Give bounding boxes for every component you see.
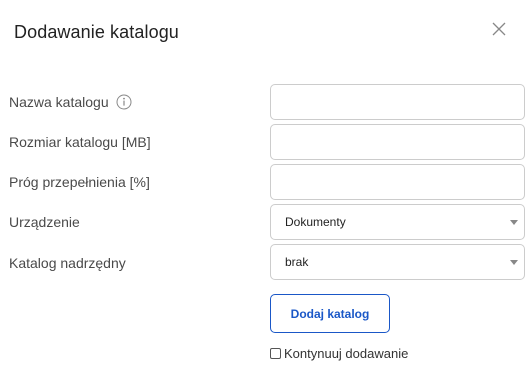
add-directory-button[interactable]: Dodaj katalog bbox=[270, 294, 390, 333]
name-label-row: Nazwa katalogu bbox=[9, 94, 132, 110]
parent-select[interactable]: brak bbox=[270, 244, 525, 280]
dialog-title: Dodawanie katalogu bbox=[14, 22, 179, 42]
continue-adding-label: Kontynuuj dodawanie bbox=[284, 346, 409, 361]
chevron-down-icon bbox=[510, 220, 518, 225]
continue-adding-row[interactable]: Kontynuuj dodawanie bbox=[270, 346, 408, 361]
device-select-value: Dokumenty bbox=[285, 215, 346, 229]
parent-label: Katalog nadrzędny bbox=[9, 255, 126, 271]
threshold-label: Próg przepełnienia [%] bbox=[9, 174, 150, 190]
close-button[interactable] bbox=[492, 22, 510, 40]
size-input[interactable] bbox=[270, 124, 525, 160]
add-directory-dialog: Dodawanie katalogu Nazwa katalogu Rozmia… bbox=[0, 0, 532, 375]
threshold-input[interactable] bbox=[270, 164, 525, 200]
close-icon bbox=[492, 22, 506, 36]
device-label: Urządzenie bbox=[9, 214, 80, 230]
name-input[interactable] bbox=[270, 84, 525, 120]
device-select[interactable]: Dokumenty bbox=[270, 204, 525, 240]
info-icon[interactable] bbox=[116, 94, 132, 110]
chevron-down-icon bbox=[510, 260, 518, 265]
name-label: Nazwa katalogu bbox=[9, 94, 109, 110]
continue-adding-checkbox[interactable] bbox=[270, 348, 281, 359]
size-label: Rozmiar katalogu [MB] bbox=[9, 134, 151, 150]
parent-select-value: brak bbox=[285, 255, 309, 269]
